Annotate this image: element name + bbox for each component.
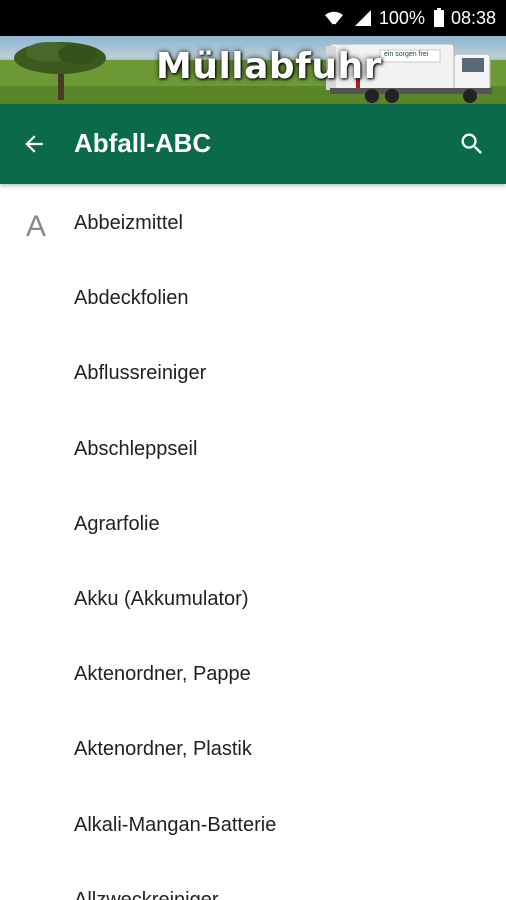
header-banner: Müllabfuhr ein sorgen frei xyxy=(0,36,506,104)
list-item[interactable]: Abdeckfolien xyxy=(74,278,189,318)
list-item[interactable]: Aktenordner, Pappe xyxy=(74,654,251,694)
signal-icon xyxy=(353,8,373,28)
section-letter: A xyxy=(26,210,47,243)
search-button[interactable] xyxy=(452,124,492,164)
wifi-icon xyxy=(323,8,345,28)
banner-title: Müllabfuhr xyxy=(156,46,382,87)
search-icon xyxy=(458,130,486,158)
status-bar: 100% 08:38 xyxy=(0,0,506,36)
list-item[interactable]: Abbeizmittel xyxy=(74,203,183,243)
list-item[interactable]: Allzweckreiniger xyxy=(74,880,219,900)
back-button[interactable] xyxy=(14,124,54,164)
list-item[interactable]: Agrarfolie xyxy=(74,504,160,544)
page-title: Abfall-ABC xyxy=(74,128,212,158)
list-item[interactable]: Akku (Akkumulator) xyxy=(74,579,249,619)
list-item[interactable]: Alkali-Mangan-Batterie xyxy=(74,805,276,845)
list-item[interactable]: Aktenordner, Plastik xyxy=(74,729,252,769)
battery-percent: 100% xyxy=(378,7,425,28)
battery-icon xyxy=(433,8,445,28)
truck-label: ein sorgen frei xyxy=(384,51,429,58)
list-item[interactable]: Abschleppseil xyxy=(74,429,197,469)
waste-abc-list[interactable]: A Abbeizmittel Abdeckfolien Abflussreini… xyxy=(0,184,506,900)
app-bar: Abfall-ABC xyxy=(0,104,506,184)
list-item[interactable]: Abflussreiniger xyxy=(74,353,206,393)
arrow-left-icon xyxy=(21,131,47,157)
clock: 08:38 xyxy=(450,7,496,28)
